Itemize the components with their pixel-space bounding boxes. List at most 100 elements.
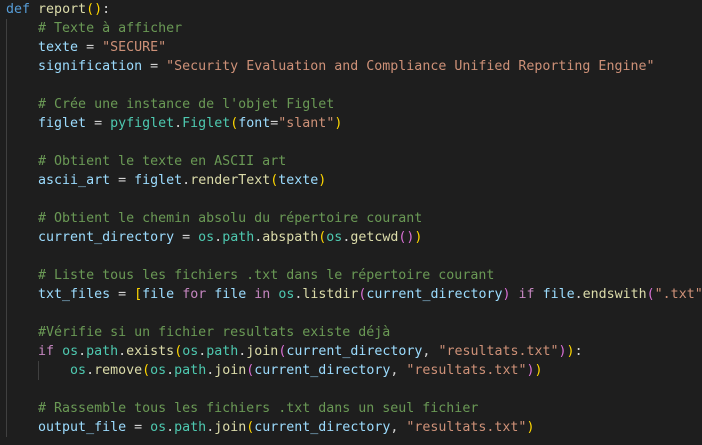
module-name: os [62,344,79,359]
paren-close: ) [534,363,543,378]
comment: # Texte à afficher [38,21,183,36]
variable-name: file [542,287,575,302]
code-line-empty[interactable] [0,133,702,152]
paren-close: ) [566,344,575,359]
comma: , [422,344,439,359]
method-name: join [214,420,247,435]
variable-name: ascii_art [38,173,111,188]
param-name: font [238,116,271,131]
variable-name: file [214,287,247,302]
indent-guide [6,76,7,95]
indent-guide [6,342,7,361]
operator: = [142,59,167,74]
argument: current_directory [254,420,391,435]
method-name: abspath [262,230,319,245]
paren-open: ( [646,287,655,302]
colon: : [574,344,583,359]
comma: , [390,363,407,378]
bracket-open: [ [134,287,143,302]
string-literal: "resultats.txt" [438,344,559,359]
indent-guide [6,399,7,418]
method-name: remove [94,363,143,378]
indent-guide [6,247,7,266]
code-line-txt-files[interactable]: txt_files = [file for file in os.listdir… [0,285,702,304]
string-literal: "Security Evaluation and Compliance Unif… [166,59,655,74]
comment: # Crée une instance de l'objet Figlet [38,97,335,112]
operator: = [110,173,135,188]
code-line-def[interactable]: def report(): [0,0,702,19]
code-line-remove[interactable]: os.remove(os.path.join(current_directory… [0,361,702,380]
variable-name: signification [38,59,143,74]
string-literal: ".txt" [654,287,702,302]
code-line-comment[interactable]: # Crée une instance de l'objet Figlet [0,95,702,114]
code-line-comment[interactable]: # Obtient le chemin absolu du répertoire… [0,209,702,228]
code-line-current-directory[interactable]: current_directory = os.path.abspath(os.g… [0,228,702,247]
indent-guide [38,361,39,380]
code-line-signification[interactable]: signification = "Security Evaluation and… [0,57,702,76]
method-name: endswith [582,287,647,302]
code-line-empty[interactable] [0,304,702,323]
string-literal: "resultats.txt" [406,420,527,435]
function-name: report [38,2,87,17]
class-name: Figlet [182,116,231,131]
in-keyword: in [254,287,271,302]
comment: # Liste tous les fichiers .txt dans le r… [38,268,495,283]
indent-guide [6,190,7,209]
module-name: os [326,230,343,245]
module-name: path [222,230,255,245]
argument: texte [278,173,319,188]
indent-guide [6,266,7,285]
indent-guide [6,38,7,57]
method-name: getcwd [350,230,399,245]
variable-name: texte [38,40,79,55]
indent-guide [6,152,7,171]
method-name: join [214,363,247,378]
code-line-output-file[interactable]: output_file = os.path.join(current_direc… [0,418,702,437]
indent-guide [6,228,7,247]
code-line-comment[interactable]: # Liste tous les fichiers .txt dans le r… [0,266,702,285]
code-line-texte[interactable]: texte = "SECURE" [0,38,702,57]
code-line-comment[interactable]: # Texte à afficher [0,19,702,38]
code-line-comment[interactable]: #Vérifie si un fichier resultats existe … [0,323,702,342]
operator: = [174,230,199,245]
if-keyword: if [38,344,55,359]
code-editor[interactable]: def report(): # Texte à afficher texte =… [0,0,702,445]
code-line-figlet[interactable]: figlet = pyfiglet.Figlet(font="slant") [0,114,702,133]
def-keyword: def [6,2,31,17]
argument: current_directory [366,287,503,302]
code-line-comment[interactable]: # Rassemble tous les fichiers .txt dans … [0,399,702,418]
operator: = [110,287,135,302]
variable-name: output_file [38,420,127,435]
dot: . [78,344,87,359]
code-line-empty[interactable] [0,76,702,95]
paren-close: ) [334,116,343,131]
string-literal: "resultats.txt" [406,363,527,378]
string-literal: "SECURE" [102,40,167,55]
variable-name: file [142,287,175,302]
code-line-empty[interactable] [0,380,702,399]
comment: # Obtient le chemin absolu du répertoire… [38,211,423,226]
for-keyword: for [182,287,207,302]
paren-close: ) [526,420,535,435]
module-name: os [70,363,87,378]
code-line-empty[interactable] [0,190,702,209]
indent-guide [6,114,7,133]
indent-guide [6,209,7,228]
indent-guide [6,361,7,380]
code-line-ascii-art[interactable]: ascii_art = figlet.renderText(texte) [0,171,702,190]
string-literal: "slant" [278,116,335,131]
indent-guide [6,133,7,152]
operator: = [78,40,103,55]
module-name: pyfiglet [110,116,175,131]
dot: . [206,420,215,435]
code-line-comment[interactable]: # Obtient le texte en ASCII art [0,152,702,171]
code-line-if-exists[interactable]: if os.path.exists(os.path.join(current_d… [0,342,702,361]
dot: . [214,230,223,245]
method-name: renderText [190,173,271,188]
comma: , [390,420,407,435]
code-line-empty[interactable] [0,247,702,266]
indent-guide [6,285,7,304]
comment: # Obtient le texte en ASCII art [38,154,287,169]
method-name: join [246,344,279,359]
method-name: exists [126,344,175,359]
